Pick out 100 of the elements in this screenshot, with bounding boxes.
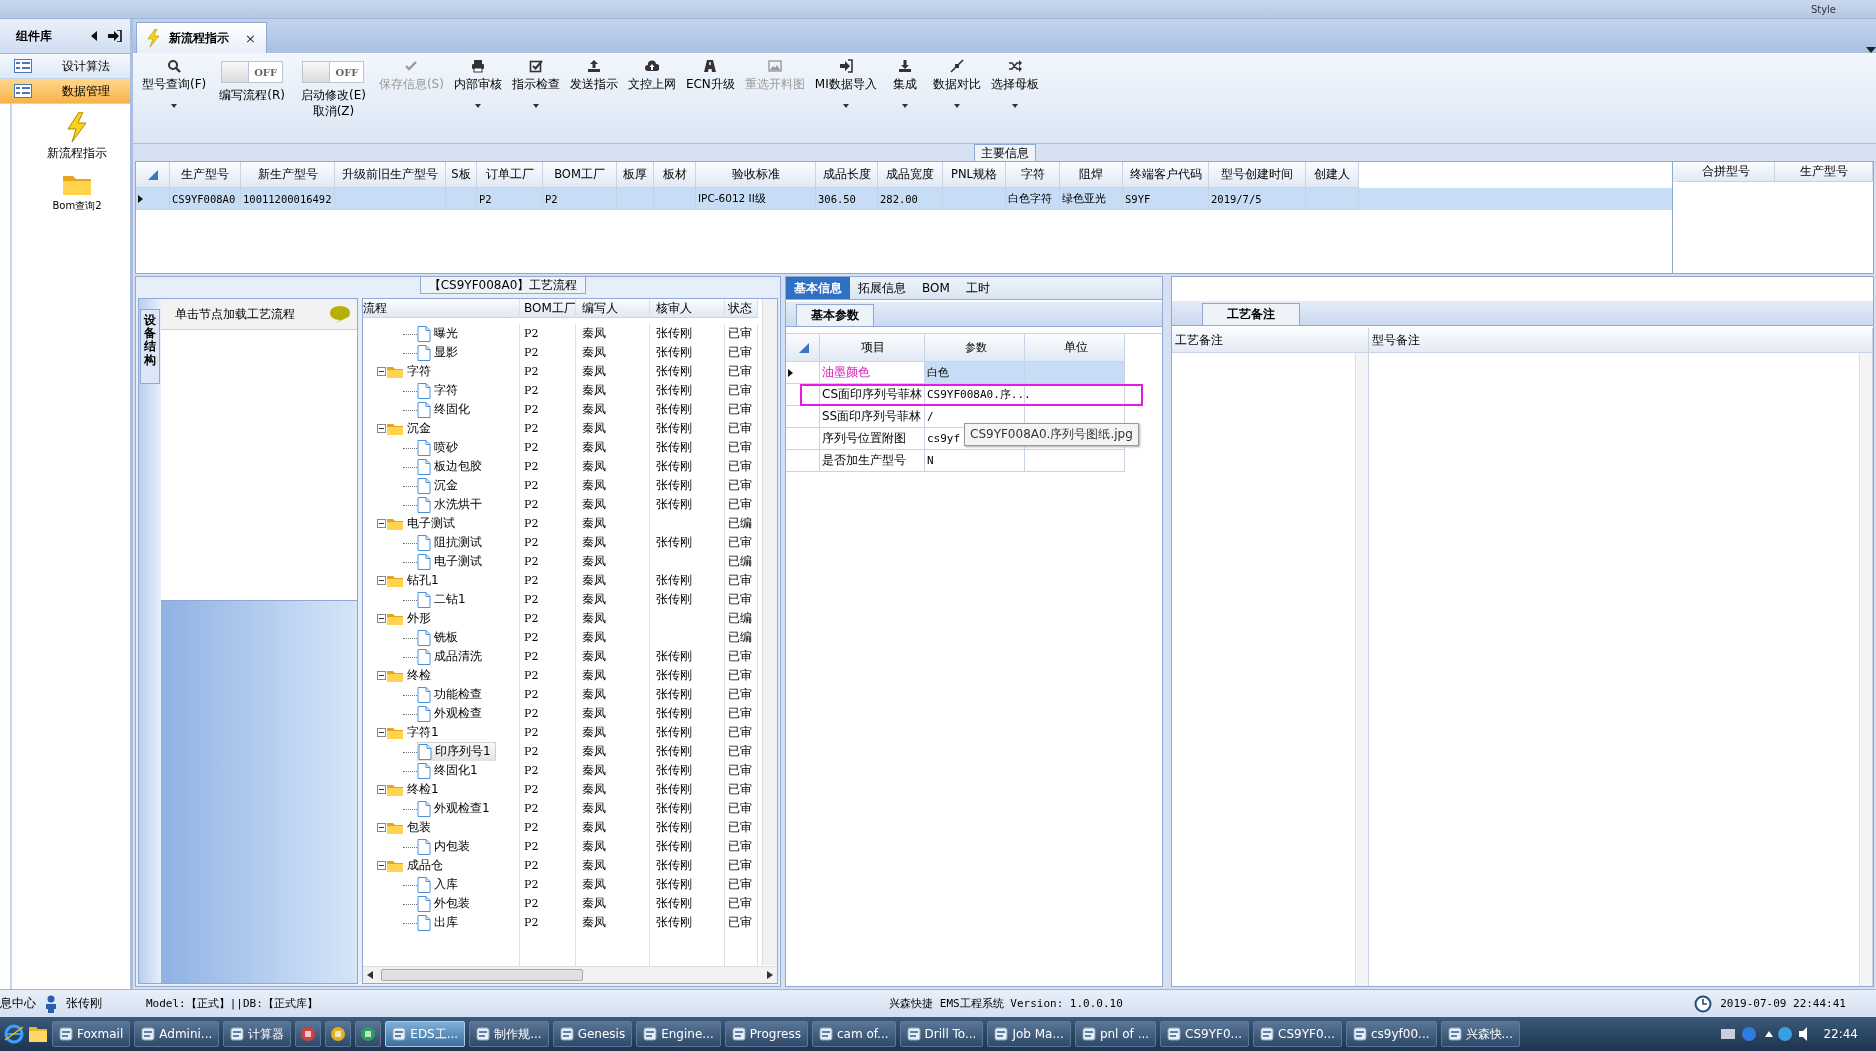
tree-node[interactable]: 喷砂 (417, 438, 462, 457)
tree-node[interactable]: 印序列号1 (417, 742, 496, 761)
tree-node[interactable]: 功能检查 (417, 685, 486, 704)
close-button[interactable]: × (245, 30, 256, 46)
toolbar-button[interactable]: 文控上网 (622, 55, 681, 96)
tree-node[interactable]: 二钻1 (417, 590, 470, 609)
tab[interactable]: BOM (914, 277, 958, 299)
caret-icon[interactable] (474, 104, 481, 108)
taskbar-button[interactable]: Progress (724, 1021, 808, 1047)
tab[interactable]: 拓展信息 (850, 277, 914, 299)
toolbar-button[interactable]: ECN升级 (680, 55, 740, 96)
tree-node[interactable]: 外观检查1 (417, 799, 494, 818)
collapse-icon[interactable] (377, 785, 386, 794)
collapse-icon[interactable] (377, 576, 386, 585)
sidebar-item[interactable]: 设计算法 (0, 54, 130, 79)
taskbar-button[interactable]: 计算器 (223, 1021, 292, 1047)
folder-icon[interactable] (28, 1025, 48, 1043)
collapse-icon[interactable] (377, 519, 386, 528)
taskbar-button[interactable] (325, 1021, 352, 1047)
taskbar-button[interactable]: Admini... (134, 1021, 220, 1047)
caret-icon[interactable] (842, 104, 849, 108)
tree-node[interactable]: 电子测试 (417, 552, 486, 571)
sidebar-item[interactable]: 数据管理 (0, 79, 130, 104)
tree-node[interactable]: 沉金 (386, 419, 435, 438)
taskbar-button[interactable]: Foxmail (52, 1021, 131, 1047)
scrollbar[interactable] (1355, 353, 1368, 986)
scrollbar[interactable] (762, 299, 777, 965)
toolbar-button[interactable]: MI数据导入 (809, 55, 882, 96)
tree-node[interactable]: 包装 (386, 818, 435, 837)
toolbar-button[interactable]: 内部审核 (448, 55, 507, 96)
tree-node[interactable]: 外观检查 (417, 704, 486, 723)
toolbar-button[interactable]: 发送指示 (564, 55, 623, 96)
side-tab[interactable]: 设备结构 (140, 309, 160, 384)
table-row[interactable]: CS9YF008A0 10011200016492 P2 P2 IPC-6012 II级 306.50 282.00 白色字符 绿色亚光 S9YF 2019/7/5 (136, 188, 1672, 210)
toolbar-button[interactable]: 集成 (881, 55, 928, 96)
caret-icon[interactable] (532, 104, 539, 108)
taskbar-button[interactable]: Drill To... (899, 1021, 984, 1047)
tree-node[interactable]: 板边包胶 (417, 457, 486, 476)
tree-node[interactable]: 终固化1 (417, 761, 482, 780)
tree-node[interactable]: 字符 (386, 362, 435, 381)
tree-node[interactable]: 成品仓 (386, 856, 447, 875)
toolbar-button[interactable]: 数据对比 (927, 55, 986, 96)
tree-node[interactable]: 阻抗测试 (417, 533, 486, 552)
tree-node[interactable]: 字符 (417, 381, 462, 400)
browser-icon[interactable] (4, 1024, 24, 1044)
collapse-icon[interactable] (377, 614, 386, 623)
tool-launcher[interactable]: 新流程指示 (47, 112, 107, 162)
collapse-icon[interactable] (377, 823, 386, 832)
caret-icon[interactable] (1011, 104, 1018, 108)
tree-node[interactable]: 沉金 (417, 476, 462, 495)
taskbar-button[interactable]: CS9YF0... (1253, 1021, 1342, 1047)
tree-node[interactable]: 外形 (386, 609, 435, 628)
table-row[interactable]: 是否加生产型号 N (786, 450, 1125, 472)
tree-node[interactable]: 显影 (417, 343, 462, 362)
taskbar-button[interactable]: 制作规... (469, 1021, 549, 1047)
taskbar-button[interactable]: 兴森快... (1440, 1021, 1520, 1047)
tree-node[interactable]: 内包装 (417, 837, 474, 856)
tree-node[interactable]: 铣板 (417, 628, 462, 647)
toolbar-button[interactable]: 选择母板 (985, 55, 1044, 96)
style-menu[interactable]: Style (1810, 3, 1836, 15)
tree-node[interactable]: 入库 (417, 875, 462, 894)
caret-icon[interactable] (171, 104, 178, 108)
left-arrow-icon[interactable] (90, 31, 98, 41)
tab[interactable]: 工艺备注 (1202, 303, 1300, 325)
taskbar-button[interactable]: Genesis (552, 1021, 633, 1047)
toggle-switch[interactable]: OFF (221, 61, 284, 83)
tree-node[interactable]: 终检1 (386, 780, 443, 799)
scrollbar[interactable] (363, 966, 777, 983)
collapse-icon[interactable] (377, 861, 386, 870)
caret-icon[interactable] (953, 104, 960, 108)
tree-node[interactable]: 出库 (417, 913, 462, 932)
tab[interactable]: 基本信息 (786, 277, 850, 299)
collapse-icon[interactable] (377, 424, 386, 433)
scrollbar[interactable] (1859, 353, 1872, 986)
tree-node[interactable]: 曝光 (417, 324, 462, 343)
toolbar-button[interactable]: 指示检查 (506, 55, 565, 96)
taskbar-button[interactable]: CS9YF0... (1160, 1021, 1250, 1047)
tool-launcher[interactable]: Bom查询2 (52, 172, 102, 213)
toolbar-button[interactable]: 型号查询(F) (137, 55, 212, 96)
taskbar-button[interactable]: pnl of ... (1074, 1021, 1157, 1047)
tab[interactable]: 工时 (957, 277, 998, 299)
tree-node[interactable]: 终固化 (417, 400, 474, 419)
tree-node[interactable]: 终检 (386, 666, 435, 685)
taskbar-button[interactable]: cam of... (811, 1021, 896, 1047)
taskbar-button[interactable]: Engine... (636, 1021, 721, 1047)
tree-node[interactable]: 钻孔1 (386, 571, 443, 590)
table-row[interactable]: CS面印序列号菲林 CS9YF008A0.序... (786, 384, 1125, 406)
caret-icon[interactable] (901, 104, 908, 108)
tree-node[interactable]: 电子测试 (386, 514, 459, 533)
toggle-switch[interactable]: OFF (302, 61, 365, 83)
table-row[interactable]: 油墨颜色 白色 (786, 362, 1125, 384)
taskbar-button[interactable]: cs9yf00... (1346, 1021, 1437, 1047)
tree-node[interactable]: 外包装 (417, 894, 474, 913)
tree-node[interactable]: 水洗烘干 (417, 495, 486, 514)
tab[interactable]: 基本参数 (796, 304, 874, 326)
document-tab[interactable]: 新流程指示 × (136, 22, 267, 53)
sign-in-icon[interactable] (108, 30, 122, 42)
right-arrow-icon[interactable] (767, 971, 773, 979)
taskbar-button[interactable]: Job Ma... (987, 1021, 1071, 1047)
collapse-icon[interactable] (377, 671, 386, 680)
